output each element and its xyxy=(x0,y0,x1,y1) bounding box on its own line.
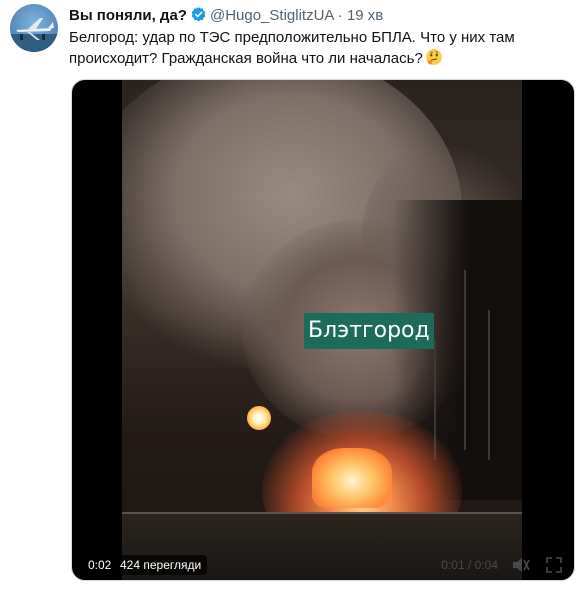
time-display: 0:01 / 0:04 xyxy=(441,558,498,572)
separator: · xyxy=(337,7,343,24)
volume-icon[interactable] xyxy=(512,557,530,578)
power-tower xyxy=(464,270,466,450)
tweet-header: Вы поняли, да? @Hugo_StiglitzUA · 19 хв xyxy=(69,6,383,28)
elapsed-time: 0:02 xyxy=(82,555,118,575)
fire xyxy=(312,448,392,508)
video-controls: 0:02 424 перегляди 0:01 / 0:04 xyxy=(72,550,574,580)
tweet-time[interactable]: 19 хв xyxy=(347,7,383,24)
video-frame[interactable]: Блэтгород xyxy=(122,80,522,580)
author-handle[interactable]: @Hugo_StiglitzUA xyxy=(210,7,334,24)
video-caption: Блэтгород xyxy=(304,313,434,349)
avatar[interactable] xyxy=(10,4,58,52)
street-lamp xyxy=(247,406,271,430)
airplane-avatar-icon xyxy=(10,18,58,52)
author-name[interactable]: Вы поняли, да? xyxy=(69,7,187,24)
fence xyxy=(122,512,522,514)
tweet-text-content: Белгород: удар по ТЭС предположительно Б… xyxy=(69,29,515,67)
tweet[interactable]: Вы поняли, да? @Hugo_StiglitzUA · 19 хв Б… xyxy=(0,0,585,591)
video-player[interactable]: Блэтгород 0:02 424 перегляди 0:01 / 0:04 xyxy=(71,79,575,581)
verified-badge-icon xyxy=(190,6,207,28)
thinking-face-emoji-icon xyxy=(425,48,443,72)
fullscreen-icon[interactable] xyxy=(546,557,562,578)
power-tower xyxy=(488,310,490,460)
view-count: 424 перегляди xyxy=(114,555,208,575)
tweet-text: Белгород: удар по ТЭС предположительно Б… xyxy=(69,28,559,72)
